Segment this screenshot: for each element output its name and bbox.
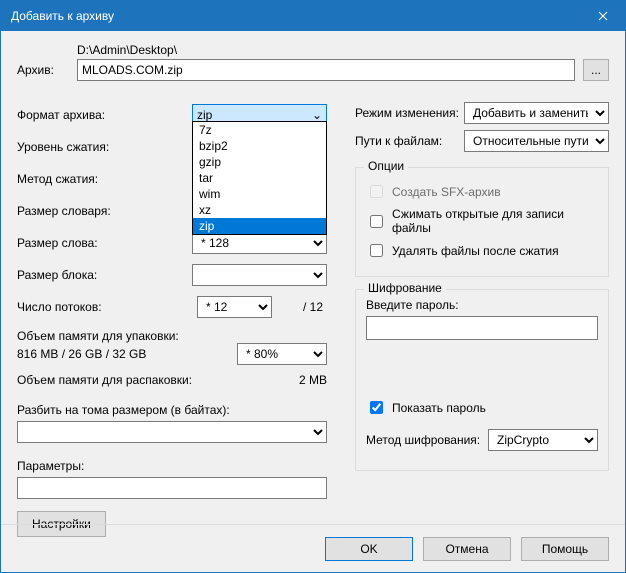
word-label: Размер слова: bbox=[17, 236, 192, 250]
format-option-zip[interactable]: zip bbox=[193, 218, 326, 234]
block-label: Размер блока: bbox=[17, 268, 192, 282]
method-label: Метод сжатия: bbox=[17, 172, 192, 186]
mem-unpack-value: 2 MB bbox=[247, 373, 327, 387]
options-legend: Опции bbox=[364, 159, 408, 173]
params-label: Параметры: bbox=[17, 459, 327, 473]
password-label: Введите пароль: bbox=[366, 298, 598, 312]
options-group: Опции Создать SFX-архив Сжимать открытые… bbox=[355, 167, 609, 277]
mode-label: Режим изменения: bbox=[355, 106, 464, 120]
right-column: Режим изменения: Добавить и заменить Пут… bbox=[355, 99, 609, 537]
window-title: Добавить к архиву bbox=[11, 9, 581, 23]
paths-select[interactable]: Относительные пути bbox=[464, 130, 609, 152]
block-select[interactable] bbox=[192, 264, 327, 286]
paths-label: Пути к файлам: bbox=[355, 134, 464, 148]
archive-label: Архив: bbox=[17, 63, 77, 77]
password-input[interactable] bbox=[366, 316, 598, 340]
mem-pack-label: Объем памяти для упаковки: bbox=[17, 329, 327, 343]
format-option-7z[interactable]: 7z bbox=[193, 122, 326, 138]
sfx-checkbox: Создать SFX-архив bbox=[366, 182, 598, 201]
dialog-content: D:\Admin\Desktop\ Архив: ... Формат архи… bbox=[1, 31, 625, 549]
format-option-xz[interactable]: xz bbox=[193, 202, 326, 218]
dict-label: Размер словаря: bbox=[17, 204, 192, 218]
mode-select[interactable]: Добавить и заменить bbox=[464, 102, 609, 124]
browse-button[interactable]: ... bbox=[583, 59, 609, 81]
format-option-gzip[interactable]: gzip bbox=[193, 154, 326, 170]
ok-button[interactable]: OK bbox=[325, 537, 413, 561]
format-option-wim[interactable]: wim bbox=[193, 186, 326, 202]
help-button[interactable]: Помощь bbox=[521, 537, 609, 561]
params-input[interactable] bbox=[17, 477, 327, 499]
left-column: Формат архива: zip ⌄ 7zbzip2gziptarwimxz… bbox=[17, 99, 327, 537]
chevron-down-icon: ⌄ bbox=[312, 108, 322, 122]
mem-unpack-label: Объем памяти для распаковки: bbox=[17, 373, 247, 387]
show-password-checkbox[interactable]: Показать пароль bbox=[366, 398, 598, 417]
word-select[interactable]: * 128 bbox=[192, 232, 327, 254]
encryption-legend: Шифрование bbox=[364, 281, 446, 295]
format-label: Формат архива: bbox=[17, 108, 192, 122]
cancel-button[interactable]: Отмена bbox=[423, 537, 511, 561]
mem-percent-select[interactable]: * 80% bbox=[237, 343, 327, 365]
close-button[interactable] bbox=[581, 1, 625, 31]
level-label: Уровень сжатия: bbox=[17, 140, 192, 154]
compress-open-checkbox[interactable]: Сжимать открытые для записи файлы bbox=[366, 207, 598, 235]
titlebar: Добавить к архиву bbox=[1, 1, 625, 31]
split-label: Разбить на тома размером (в байтах): bbox=[17, 403, 327, 417]
archive-path-text: D:\Admin\Desktop\ bbox=[77, 43, 609, 57]
dialog-window: Добавить к архиву D:\Admin\Desktop\ Архи… bbox=[0, 0, 626, 573]
format-dropdown-list[interactable]: 7zbzip2gziptarwimxzzip bbox=[192, 121, 327, 235]
threads-select[interactable]: * 12 bbox=[197, 296, 272, 318]
threads-max: / 12 bbox=[272, 300, 327, 314]
format-option-bzip2[interactable]: bzip2 bbox=[193, 138, 326, 154]
dialog-footer: OK Отмена Помощь bbox=[1, 524, 625, 572]
mem-pack-value: 816 MB / 26 GB / 32 GB bbox=[17, 347, 237, 361]
close-icon bbox=[598, 11, 608, 21]
enc-method-label: Метод шифрования: bbox=[366, 433, 488, 447]
split-select[interactable] bbox=[17, 421, 327, 443]
threads-label: Число потоков: bbox=[17, 300, 197, 314]
archive-name-input[interactable] bbox=[77, 59, 575, 81]
format-option-tar[interactable]: tar bbox=[193, 170, 326, 186]
delete-after-checkbox[interactable]: Удалять файлы после сжатия bbox=[366, 241, 598, 260]
encryption-group: Шифрование Введите пароль: Показать паро… bbox=[355, 289, 609, 471]
enc-method-select[interactable]: ZipCrypto bbox=[488, 429, 598, 451]
